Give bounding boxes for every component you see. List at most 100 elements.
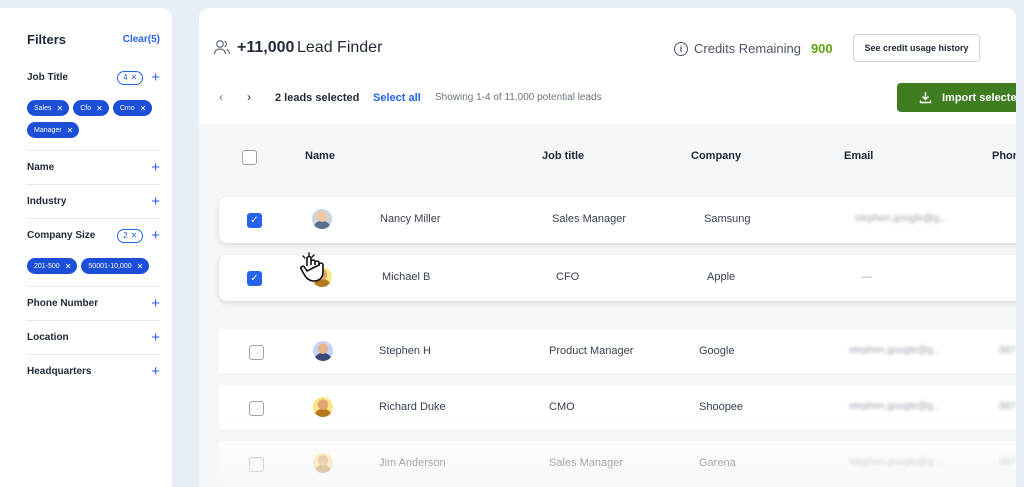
filter-location[interactable]: Location +	[27, 321, 160, 355]
filter-chip[interactable]: Cmo ✕	[112, 100, 153, 116]
close-icon[interactable]: ✕	[131, 231, 138, 240]
lead-email: stephen.google@g...	[849, 401, 942, 412]
close-icon[interactable]: ✕	[96, 104, 103, 113]
plus-icon[interactable]: +	[151, 296, 160, 311]
filter-name[interactable]: Name +	[27, 151, 160, 185]
results-summary: Showing 1-4 of 11,000 potential leads	[435, 92, 602, 103]
lead-title: CMO	[549, 401, 575, 413]
plus-icon[interactable]: +	[151, 70, 160, 85]
lead-title: Product Manager	[549, 345, 634, 357]
chevron-right-icon[interactable]: ›	[247, 90, 251, 104]
column-header[interactable]: Name	[305, 150, 335, 162]
lead-email: —	[861, 271, 872, 283]
filter-label: Name	[27, 162, 55, 173]
close-icon[interactable]: ✕	[57, 104, 64, 113]
lead-email: stephen.google@g...	[849, 345, 942, 356]
row-checkbox[interactable]	[249, 401, 264, 416]
avatar	[313, 397, 333, 417]
row-checkbox[interactable]: ✓	[247, 213, 262, 228]
lead-company: Apple	[707, 271, 736, 283]
lead-title: Sales Manager	[552, 213, 626, 225]
selected-count: 2 leads selected	[275, 92, 360, 104]
plus-icon[interactable]: +	[151, 364, 160, 379]
avatar	[313, 453, 333, 473]
filter-label: Industry	[27, 196, 67, 207]
filter-industry[interactable]: Industry +	[27, 185, 160, 219]
lead-email: stephen.google@g...	[855, 213, 948, 224]
lead-company: Google	[699, 345, 735, 357]
row-checkbox[interactable]	[249, 345, 264, 360]
filter-count-badge[interactable]: 4 ✕	[117, 70, 144, 85]
table-header: Name Job title Company Email Phon	[199, 124, 1016, 190]
filter-chip[interactable]: Manager ✕	[27, 122, 80, 138]
filter-label: Company Size	[27, 230, 96, 241]
close-icon[interactable]: ✕	[140, 104, 147, 113]
header: +11,000 Lead Finder i Credits Remaining …	[199, 8, 1016, 124]
filter-label: Location	[27, 332, 69, 343]
filter-job-title: Job Title 4 ✕ + Sales ✕ Cfo ✕ Cmo ✕ Manager ✕	[27, 61, 160, 151]
select-all-checkbox[interactable]	[242, 150, 257, 165]
lead-name[interactable]: Michael B	[382, 271, 430, 283]
filter-chip[interactable]: 201-500 ✕	[27, 258, 78, 274]
filter-phone-number[interactable]: Phone Number +	[27, 287, 160, 321]
row-checkbox[interactable]: ✓	[247, 271, 262, 286]
lead-phone: 987	[999, 345, 1016, 356]
import-selected-button[interactable]: Import selecte	[897, 83, 1016, 112]
filter-count-badge[interactable]: 2 ✕	[117, 228, 144, 243]
close-icon[interactable]: ✕	[137, 262, 144, 271]
plus-icon[interactable]: +	[151, 194, 160, 209]
lead-name[interactable]: Jim Anderson	[379, 457, 446, 469]
filter-label: Job Title	[27, 72, 68, 83]
lead-company: Shoopee	[699, 401, 744, 413]
lead-name[interactable]: Stephen H	[379, 345, 431, 357]
credit-usage-history-button[interactable]: See credit usage history	[853, 34, 980, 62]
row-checkbox[interactable]	[249, 457, 264, 472]
plus-icon[interactable]: +	[151, 160, 160, 175]
filters-sidebar: Filters Clear(5) Job Title 4 ✕ + Sales ✕ C…	[0, 8, 172, 487]
chevron-left-icon[interactable]: ‹	[219, 90, 223, 104]
plus-icon[interactable]: +	[151, 228, 160, 243]
close-icon[interactable]: ✕	[65, 262, 72, 271]
filter-chip[interactable]: Cfo ✕	[73, 100, 109, 116]
column-header[interactable]: Job title	[542, 150, 584, 162]
hand-cursor-icon	[300, 252, 324, 282]
lead-count: +11,000	[237, 39, 295, 56]
table-row[interactable]: ✓ Nancy Miller Sales Manager Samsung ste…	[219, 197, 1016, 243]
filter-label: Headquarters	[27, 366, 92, 377]
filter-chip[interactable]: 50001-10,000 ✕	[81, 258, 150, 274]
filter-company-size: Company Size 2 ✕ + 201-500 ✕ 50001-10,000 ✕	[27, 219, 160, 287]
download-icon	[919, 92, 932, 104]
users-icon	[213, 40, 231, 55]
info-icon[interactable]: i	[674, 41, 688, 56]
credits-value: 900	[810, 41, 833, 56]
close-icon[interactable]: ✕	[131, 73, 138, 82]
close-icon[interactable]: ✕	[67, 126, 74, 135]
avatar	[312, 209, 332, 229]
lead-title: CFO	[556, 271, 580, 283]
lead-title: Sales Manager	[549, 457, 623, 469]
select-all-link[interactable]: Select all	[373, 92, 421, 104]
lead-finder-panel: +11,000 Lead Finder i Credits Remaining …	[199, 8, 1016, 487]
filter-headquarters[interactable]: Headquarters +	[27, 355, 160, 388]
avatar	[313, 341, 333, 361]
lead-company: Garena	[699, 457, 736, 469]
lead-phone: 987	[999, 401, 1016, 412]
table-row[interactable]: Richard Duke CMO Shoopee stephen.google@…	[219, 385, 1016, 431]
column-header[interactable]: Email	[844, 150, 873, 162]
lead-name[interactable]: Richard Duke	[379, 401, 446, 413]
column-header[interactable]: Company	[691, 150, 741, 162]
plus-icon[interactable]: +	[151, 330, 160, 345]
table-row[interactable]: ✓ Michael B CFO Apple —	[219, 255, 1016, 301]
column-header[interactable]: Phon	[992, 150, 1016, 162]
lead-phone: 987	[999, 457, 1016, 468]
page-title: Lead Finder	[297, 39, 383, 56]
credits-remaining: i Credits Remaining 900	[674, 41, 833, 56]
lead-email: stephen.google@g...	[849, 457, 942, 468]
filter-chip[interactable]: Sales ✕	[27, 100, 70, 116]
lead-name[interactable]: Nancy Miller	[380, 213, 441, 225]
filters-title: Filters	[27, 32, 67, 47]
table-row[interactable]: Stephen H Product Manager Google stephen…	[219, 329, 1016, 375]
filter-label: Phone Number	[27, 298, 99, 309]
clear-filters-button[interactable]: Clear(5)	[123, 34, 160, 45]
table-row[interactable]: Jim Anderson Sales Manager Garena stephe…	[219, 441, 1016, 487]
